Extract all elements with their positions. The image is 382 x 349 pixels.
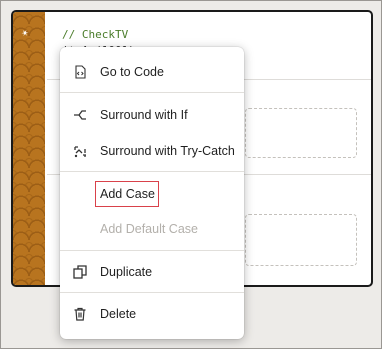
menu-item-add-default-case[interactable]: Add Default Case (60, 212, 244, 246)
menu-item-label: Surround with Try-Catch (100, 144, 235, 158)
menu-separator (60, 92, 244, 93)
menu-item-duplicate[interactable]: Duplicate (60, 255, 244, 289)
node-type-stripe: ✶ (13, 12, 45, 285)
menu-item-surround-try-catch[interactable]: Surround with Try-Catch (60, 134, 244, 168)
code-file-icon (73, 65, 87, 79)
menu-item-delete[interactable]: Delete (60, 297, 244, 331)
menu-separator (60, 250, 244, 251)
drop-zone-default[interactable] (245, 214, 357, 266)
menu-separator (60, 171, 244, 172)
menu-item-go-to-code[interactable]: Go to Code (60, 55, 244, 89)
menu-item-label: Add Default Case (100, 222, 198, 236)
menu-item-label: Add Case (100, 187, 155, 201)
menu-separator (60, 292, 244, 293)
menu-item-label: Go to Code (100, 65, 164, 79)
context-menu: Go to Code Surround with If Surround wit… (60, 47, 244, 339)
menu-item-label: Duplicate (100, 265, 153, 279)
code-comment: // CheckTV (62, 28, 129, 41)
menu-item-add-case[interactable]: Add Case (60, 177, 244, 211)
menu-item-label: Surround with If (100, 108, 188, 122)
node-type-icon: ✶ (19, 27, 32, 41)
trash-icon (73, 307, 87, 321)
branch-icon (73, 108, 87, 122)
duplicate-icon (73, 265, 87, 279)
drop-zone-case[interactable] (245, 108, 357, 158)
menu-item-surround-if[interactable]: Surround with If (60, 98, 244, 132)
try-catch-icon (73, 144, 87, 158)
menu-item-label: Delete (100, 307, 137, 321)
